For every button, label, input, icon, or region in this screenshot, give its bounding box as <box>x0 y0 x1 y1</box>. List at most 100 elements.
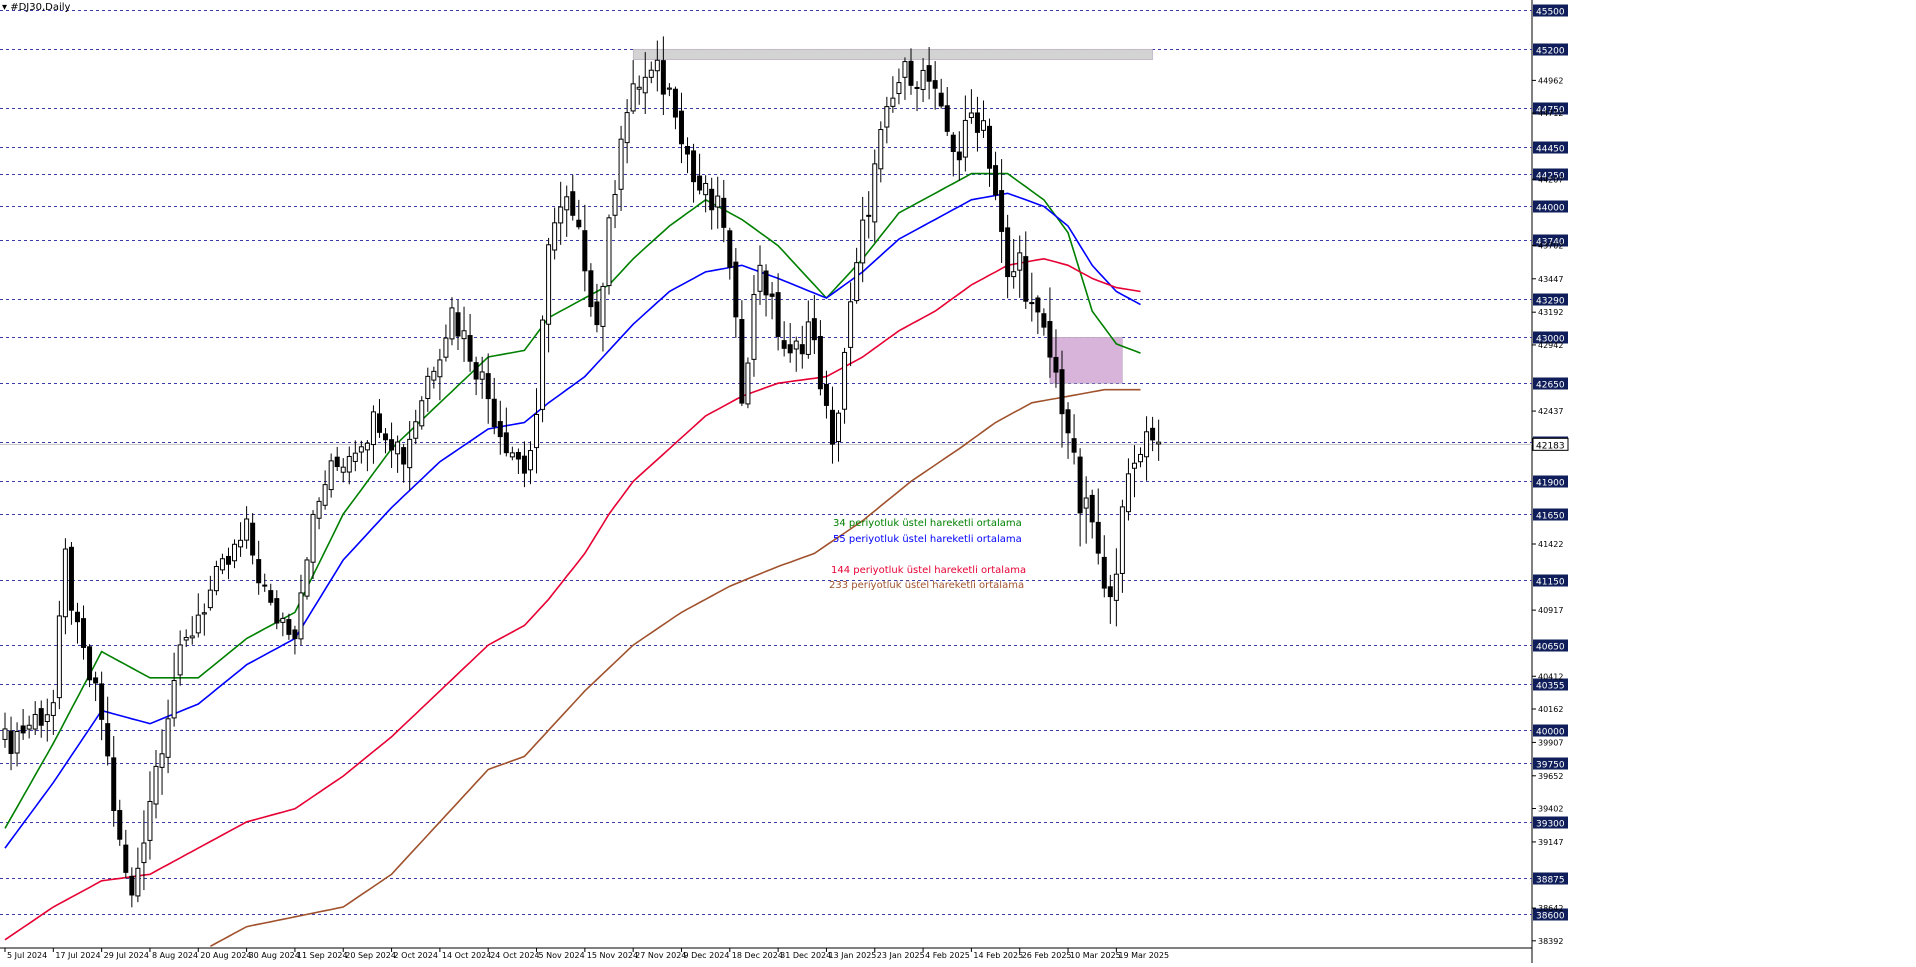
candle-body-down <box>292 629 298 640</box>
minor-tick-label: 44712 <box>1538 109 1563 118</box>
candle <box>552 207 558 260</box>
candle <box>709 177 715 230</box>
candle-body-up <box>407 438 413 469</box>
candle <box>1131 445 1137 498</box>
key-level-label: 45500 <box>1536 8 1565 18</box>
candle <box>225 547 231 580</box>
candle-body-up <box>461 330 467 340</box>
candle <box>612 180 618 229</box>
candle-body-up <box>147 800 153 841</box>
candle-body-down <box>455 312 461 337</box>
candle-body-up <box>666 87 672 90</box>
candle-body-up <box>1011 271 1017 278</box>
candle-body-up <box>793 340 799 350</box>
candle-body-up <box>654 59 660 72</box>
candle <box>298 574 304 646</box>
candle <box>129 867 135 908</box>
candle-body-up <box>1017 252 1023 271</box>
candlestick-chart[interactable]: 34 periyotluk üstel hareketli ortalama 55… <box>0 0 1916 963</box>
candles <box>2 36 1162 908</box>
candle <box>455 299 461 351</box>
candle-body-up <box>1119 506 1125 574</box>
candle <box>286 613 292 640</box>
candle <box>811 294 817 355</box>
resistance-zone <box>632 48 1153 60</box>
candle-body-up <box>618 138 624 190</box>
time-tick-label: 5 Jul 2024 <box>7 951 47 960</box>
key-level-label: 44000 <box>1536 204 1565 214</box>
candle <box>848 282 854 367</box>
candle <box>250 513 256 565</box>
candle <box>582 204 588 292</box>
legend-ema-34: 34 periyotluk üstel hareketli ortalama <box>833 518 1022 529</box>
candle <box>618 125 624 212</box>
candle-body-down <box>105 723 111 757</box>
candle-body-up <box>1138 453 1144 463</box>
minor-tick-label: 43702 <box>1538 241 1563 250</box>
candle-body-up <box>195 614 201 634</box>
candle <box>370 405 376 464</box>
candle <box>1041 308 1047 336</box>
candle <box>962 95 968 172</box>
key-level-label: 38875 <box>1536 876 1565 886</box>
candle-body-down <box>908 60 914 86</box>
candle <box>1113 548 1119 627</box>
minor-tick-label: 39402 <box>1538 805 1563 814</box>
candle-body-up <box>479 371 485 380</box>
candle <box>50 689 56 735</box>
candle-body-down <box>763 270 769 296</box>
candle-body-down <box>811 318 817 341</box>
candle-body-up <box>352 452 358 462</box>
candle <box>268 583 274 606</box>
candle-body-up <box>201 612 207 615</box>
minor-tick-label: 38642 <box>1538 904 1563 913</box>
candle-body-down <box>1101 556 1107 589</box>
candle <box>238 522 244 557</box>
candle <box>817 320 823 396</box>
candle-body-down <box>521 455 527 474</box>
candle <box>1144 416 1150 481</box>
candle <box>485 353 491 424</box>
candle-body-up <box>914 86 920 89</box>
time-tick-label: 15 Nov 2024 <box>587 951 638 960</box>
candle <box>1077 448 1083 547</box>
candle <box>920 58 926 103</box>
candle <box>491 377 497 435</box>
candle-body-up <box>395 441 401 455</box>
candle <box>540 315 546 423</box>
candle-body-down <box>823 383 829 406</box>
candle-body-up <box>751 294 757 360</box>
candle-body-down <box>74 611 80 623</box>
candle <box>884 96 890 144</box>
candle <box>660 36 666 115</box>
candle-body-up <box>896 82 902 95</box>
chart-root: ▾ #DJ30,Daily 34 periyotluk üstel hareke… <box>0 0 1916 963</box>
candle <box>159 729 165 795</box>
candle-body-down <box>866 214 872 217</box>
candle <box>413 409 419 445</box>
candle-body-down <box>274 598 280 624</box>
candle <box>576 199 582 230</box>
candle-body-up <box>50 702 56 716</box>
candle-body-down <box>1053 356 1059 373</box>
candle <box>117 799 123 846</box>
minor-tick-label: 40162 <box>1538 705 1563 714</box>
candle-body-up <box>56 615 62 699</box>
candle <box>274 590 280 630</box>
time-tick-label: 10 Mar 2025 <box>1070 951 1121 960</box>
chart-title: ▾ #DJ30,Daily <box>2 2 71 13</box>
candle <box>81 605 87 660</box>
candle <box>407 421 413 491</box>
candle-body-down <box>87 646 93 681</box>
candle <box>310 510 316 580</box>
candle-body-down <box>129 875 135 896</box>
candle-body-up <box>32 713 38 730</box>
candle <box>26 715 32 739</box>
candle-body-up <box>715 195 721 208</box>
candle-body-down <box>225 555 231 565</box>
candle-body-down <box>781 340 787 349</box>
candle-body-down <box>401 447 407 465</box>
candle <box>1089 489 1095 539</box>
candle <box>461 306 467 362</box>
candle-body-down <box>123 844 129 873</box>
